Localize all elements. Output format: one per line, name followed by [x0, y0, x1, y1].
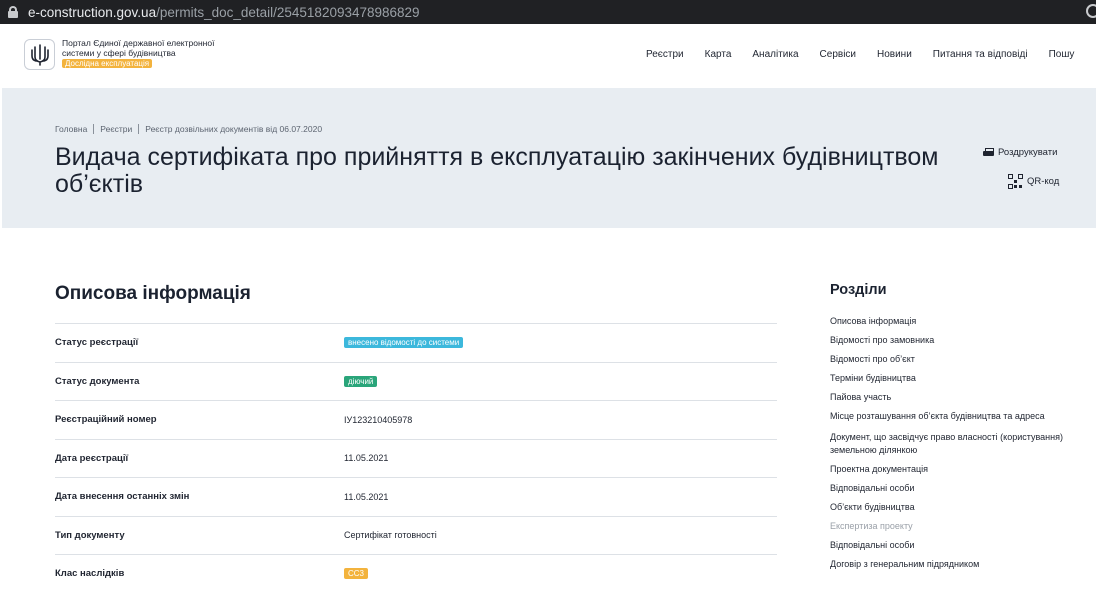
sections-list: Описова інформація Відомості про замовник…: [830, 315, 1080, 571]
breadcrumb-home[interactable]: Головна: [55, 124, 87, 134]
trident-logo-icon[interactable]: [24, 39, 55, 70]
section-link[interactable]: Експертиза проекту: [830, 520, 1080, 533]
section-link[interactable]: Пайова участь: [830, 391, 1080, 404]
row-value: ІУ123210405978: [344, 414, 413, 425]
breadcrumb-current: Реєстр дозвільних документів від 06.07.2…: [145, 124, 323, 134]
section-link[interactable]: Описова інформація: [830, 315, 1080, 328]
page: Портал Єдиної державної електронної сист…: [2, 24, 1096, 580]
printer-icon: [983, 147, 994, 158]
row-value: внесено відомості до системи: [344, 337, 464, 349]
section-link[interactable]: Документ, що засвідчує право власності (…: [830, 431, 1080, 457]
table-row: Клас наслідків СС3: [55, 554, 777, 593]
site-header: Портал Єдиної державної електронної сист…: [2, 24, 1096, 88]
section-title: Описова інформація: [55, 283, 251, 304]
page-title: Видача сертифіката про прийняття в експл…: [55, 143, 939, 198]
nav-item-services[interactable]: Сервіси: [820, 49, 856, 60]
section-link[interactable]: Проектна документація: [830, 463, 1080, 476]
lock-icon: [8, 6, 18, 18]
table-row: Статус реєстрації внесено відомості до си…: [55, 323, 777, 362]
section-link[interactable]: Об’єкти будівництва: [830, 501, 1080, 514]
browser-menu-icon[interactable]: [1086, 4, 1096, 18]
section-link[interactable]: Договір з генеральним підрядником: [830, 558, 1080, 571]
row-value: 11.05.2021: [344, 491, 389, 502]
row-label: Дата внесення останніх змін: [55, 491, 190, 503]
browser-address-bar[interactable]: e-construction.gov.ua/permits_doc_detail…: [0, 0, 1096, 24]
section-link[interactable]: Терміни будівництва: [830, 372, 1080, 385]
main-nav: Реєстри Карта Аналітика Сервіси Новини П…: [646, 49, 1095, 60]
row-label: Реєстраційний номер: [55, 414, 157, 426]
status-badge: внесено відомості до системи: [344, 337, 464, 349]
print-label: Роздрукувати: [998, 147, 1058, 158]
status-badge: діючий: [344, 375, 378, 387]
qr-code-icon: [1008, 174, 1023, 189]
url-path: /permits_doc_detail/2545182093478986829: [156, 4, 420, 20]
section-link[interactable]: Відповідальні особи: [830, 539, 1080, 552]
row-value: СС3: [344, 568, 369, 580]
status-badge: СС3: [344, 568, 369, 580]
breadcrumb-registries[interactable]: Реєстри: [100, 124, 132, 134]
info-table: Статус реєстрації внесено відомості до си…: [55, 323, 777, 593]
section-link[interactable]: Місце розташування об’єкта будівництва т…: [830, 410, 1080, 423]
section-link[interactable]: Відповідальні особи: [830, 482, 1080, 495]
row-value: 11.05.2021: [344, 453, 389, 464]
table-row: Дата внесення останніх змін 11.05.2021: [55, 477, 777, 516]
row-label: Дата реєстрації: [55, 452, 129, 464]
portal-name[interactable]: Портал Єдиної державної електронної сист…: [62, 38, 232, 68]
table-row: Реєстраційний номер ІУ123210405978: [55, 400, 777, 439]
qr-label: QR-код: [1027, 176, 1060, 187]
row-label: Клас наслідків: [55, 568, 125, 580]
section-link[interactable]: Відомості про об’єкт: [830, 353, 1080, 366]
nav-item-analytics[interactable]: Аналітика: [752, 49, 798, 60]
portal-name-text: Портал Єдиної державної електронної сист…: [62, 38, 215, 58]
row-label: Статус документа: [55, 375, 140, 387]
row-value: діючий: [344, 375, 378, 387]
row-label: Статус реєстрації: [55, 337, 139, 349]
row-value: Сертифікат готовності: [344, 530, 437, 541]
breadcrumb: Головна Реєстри Реєстр дозвільних докуме…: [55, 124, 322, 134]
table-row: Тип документу Сертифікат готовності: [55, 515, 777, 555]
url-host: e-construction.gov.ua: [28, 4, 157, 20]
breadcrumb-separator: [138, 124, 140, 134]
row-label: Тип документу: [55, 529, 125, 541]
breadcrumb-separator: [93, 124, 95, 134]
nav-item-news[interactable]: Новини: [877, 49, 912, 60]
print-button[interactable]: Роздрукувати: [983, 147, 1057, 158]
nav-item-registries[interactable]: Реєстри: [646, 49, 684, 60]
qr-code-button[interactable]: QR-код: [1008, 174, 1059, 189]
sections-title: Розділи: [830, 282, 887, 298]
beta-badge: Дослідна експлуатація: [62, 59, 153, 68]
nav-item-search[interactable]: Пошу: [1049, 49, 1075, 60]
nav-item-faq[interactable]: Питання та відповіді: [933, 49, 1028, 60]
table-row: Дата реєстрації 11.05.2021: [55, 438, 777, 478]
nav-item-map[interactable]: Карта: [705, 49, 732, 60]
table-row: Статус документа діючий: [55, 361, 777, 401]
section-link[interactable]: Відомості про замовника: [830, 334, 1080, 347]
